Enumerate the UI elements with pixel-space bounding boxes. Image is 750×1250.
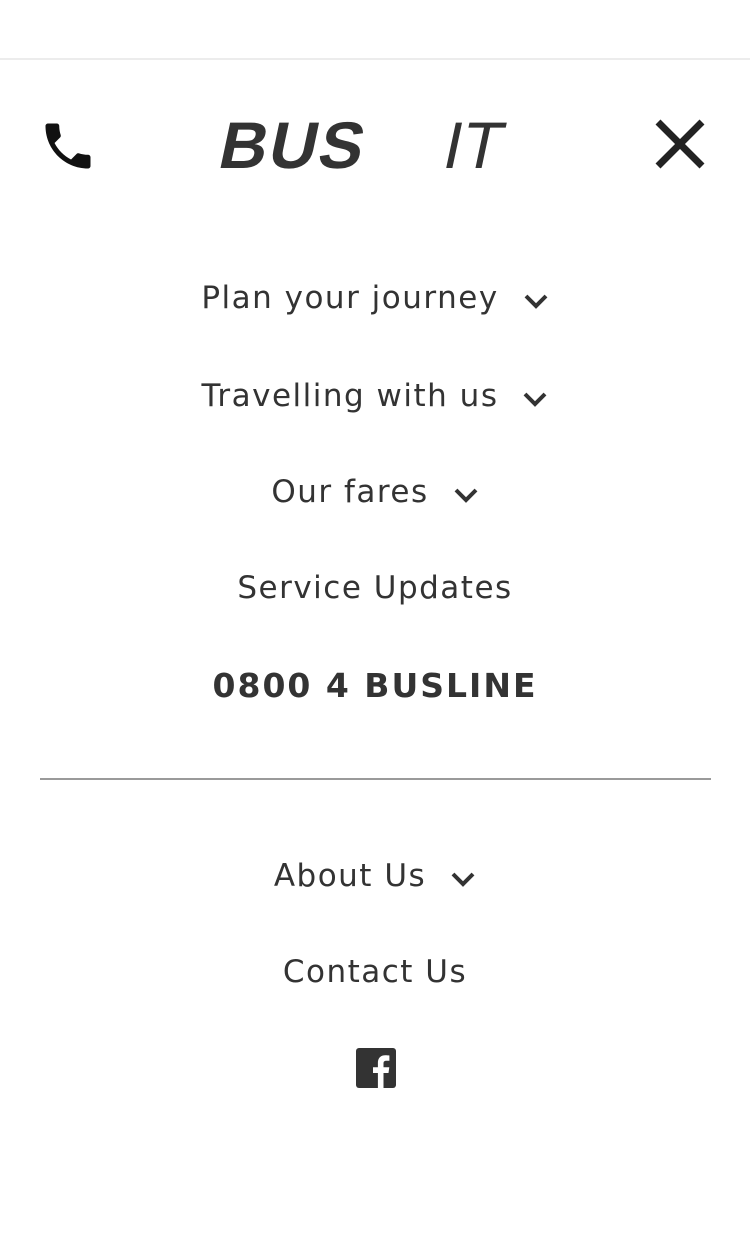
close-icon	[655, 119, 705, 169]
phone-button[interactable]	[38, 116, 98, 176]
chevron-down-icon	[524, 294, 548, 309]
chevron-down-icon	[454, 488, 478, 503]
chevron-down-icon	[524, 392, 547, 407]
menu-item-contact-us[interactable]: Contact Us	[0, 944, 750, 1000]
busit-logo[interactable]: BUS IT	[213, 110, 538, 183]
menu-item-service-updates[interactable]: Service Updates	[0, 560, 750, 616]
phone-number: 0800 4 BUSLINE	[212, 665, 538, 705]
menu-header: BUS IT	[0, 60, 750, 220]
chevron-down-icon	[451, 872, 475, 887]
logo-text-bold: BUS	[214, 112, 374, 176]
menu-item-label: Travelling with us	[201, 378, 499, 414]
menu-item-travelling-with-us[interactable]: Travelling with us	[0, 368, 750, 424]
facebook-link[interactable]	[356, 1048, 396, 1088]
menu-item-label: Service Updates	[237, 570, 513, 606]
logo-graphic: BUS IT	[213, 110, 511, 183]
menu-item-label: Our fares	[271, 474, 429, 510]
facebook-icon	[356, 1048, 396, 1088]
menu-item-about-us[interactable]: About Us	[0, 848, 750, 904]
menu-divider	[40, 778, 711, 780]
close-button[interactable]	[652, 116, 708, 172]
browser-top-bar	[0, 0, 750, 58]
menu-item-plan-your-journey[interactable]: Plan your journey	[0, 270, 750, 326]
menu-item-label: Plan your journey	[201, 280, 499, 316]
logo-text-light: IT	[437, 112, 511, 176]
menu-item-our-fares[interactable]: Our fares	[0, 464, 750, 520]
menu-item-label: About Us	[273, 858, 427, 894]
menu-item-label: Contact Us	[282, 954, 468, 990]
phone-number-link[interactable]: 0800 4 BUSLINE	[0, 657, 750, 713]
phone-icon	[45, 123, 91, 169]
